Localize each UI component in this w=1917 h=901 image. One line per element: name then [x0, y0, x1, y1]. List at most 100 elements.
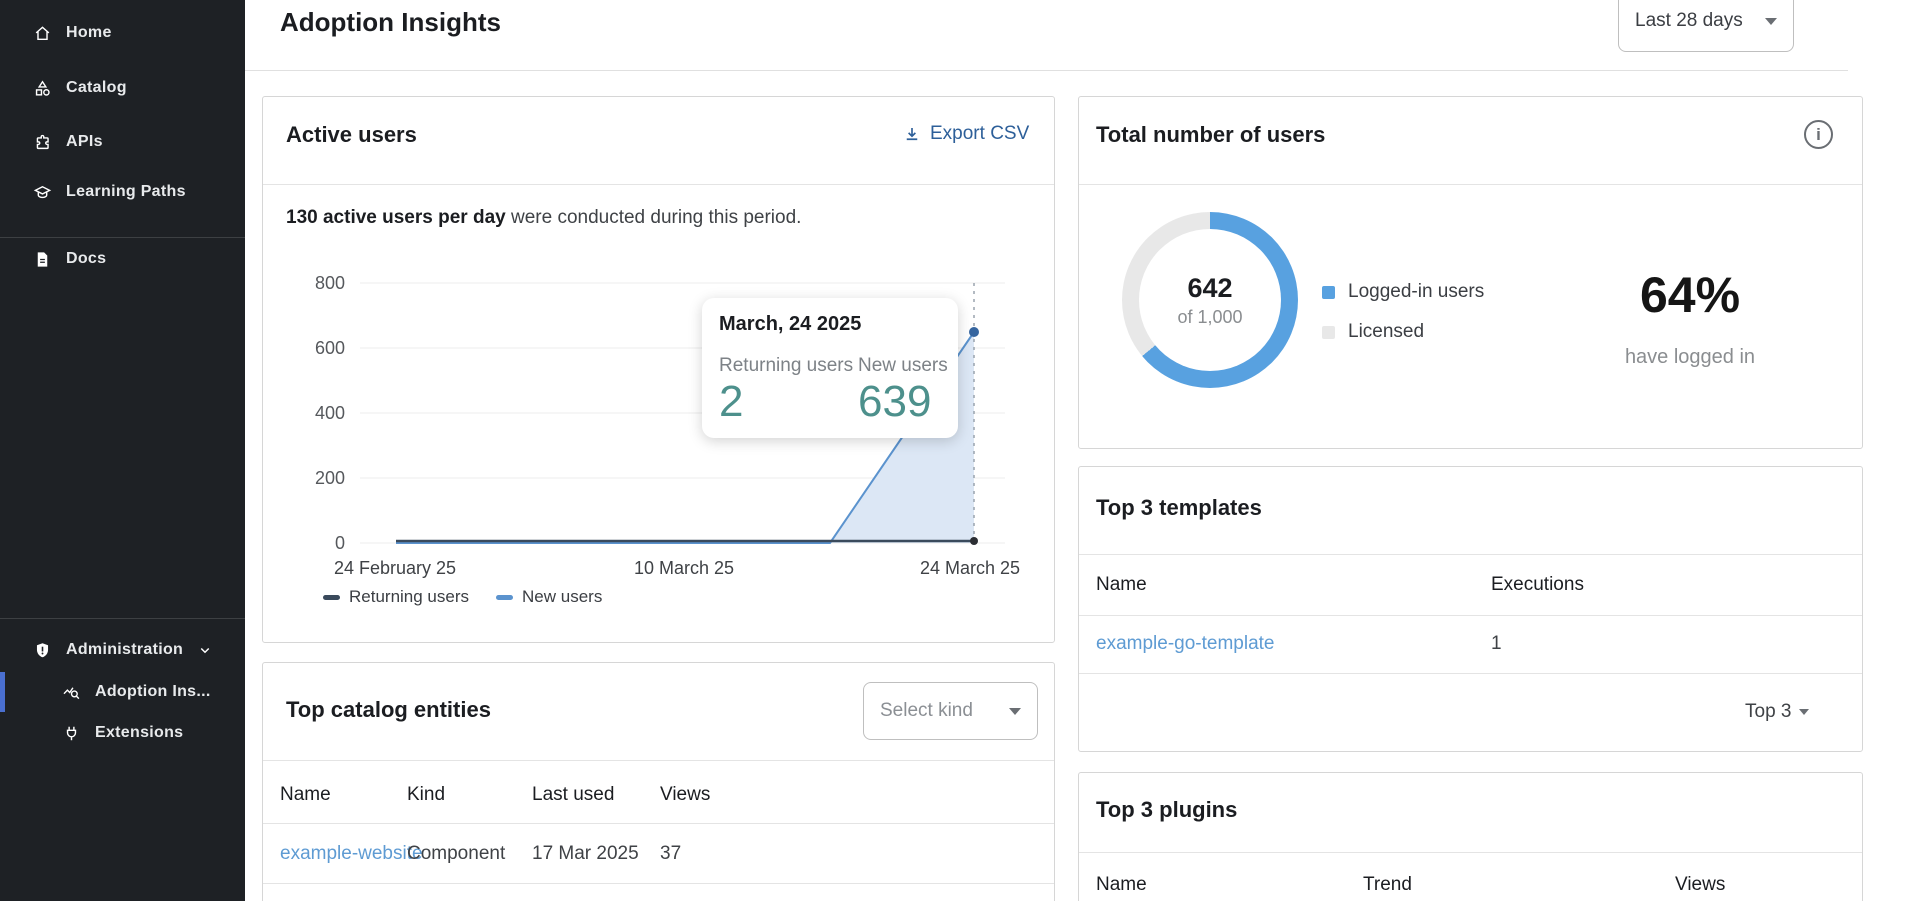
- x-axis-tick: 24 March 25: [885, 558, 1055, 579]
- top-plugins-title: Top 3 plugins: [1096, 797, 1237, 823]
- column-header: Name: [280, 784, 331, 806]
- card-header-divider: [1079, 852, 1862, 853]
- sidebar-item-label: Learning Paths: [66, 183, 186, 201]
- column-header: Executions: [1491, 574, 1584, 596]
- chart-tooltip: March, 24 2025 Returning users New users…: [702, 298, 958, 438]
- tooltip-new-label: New users: [858, 355, 948, 377]
- returning-users-swatch: [323, 595, 340, 600]
- tooltip-new-value: 639: [858, 378, 931, 426]
- sidebar-item-label: Extensions: [95, 724, 183, 742]
- sidebar-item-home[interactable]: Home: [0, 13, 245, 53]
- card-header-divider: [1079, 184, 1862, 185]
- page-title: Adoption Insights: [280, 7, 501, 38]
- table-divider: [263, 883, 1054, 884]
- total-users-title: Total number of users: [1096, 122, 1325, 148]
- sidebar-item-docs[interactable]: Docs: [0, 239, 245, 279]
- column-header: Name: [1096, 574, 1147, 596]
- entity-link[interactable]: example-website: [280, 843, 423, 865]
- template-link[interactable]: example-go-template: [1096, 633, 1274, 655]
- chart-legend: Returning users New users: [323, 587, 620, 607]
- caret-down-icon: [1009, 708, 1021, 715]
- entity-last-used: 17 Mar 2025: [532, 843, 639, 865]
- donut-center: 642 of 1,000: [1139, 229, 1281, 371]
- x-axis-tick: 10 March 25: [599, 558, 769, 579]
- sidebar-item-label: Catalog: [66, 79, 127, 97]
- entity-kind: Component: [407, 843, 505, 865]
- export-csv-button[interactable]: Export CSV: [903, 123, 1029, 145]
- template-executions: 1: [1491, 633, 1502, 655]
- document-icon: [33, 250, 52, 269]
- donut-center-value: 642: [1187, 273, 1232, 304]
- column-header: Kind: [407, 784, 445, 806]
- sidebar-item-catalog[interactable]: Catalog: [0, 68, 245, 108]
- export-csv-label: Export CSV: [930, 123, 1029, 145]
- sidebar-item-learning-paths[interactable]: Learning Paths: [0, 172, 245, 212]
- puzzle-icon: [33, 133, 52, 152]
- query-stats-icon: [62, 683, 81, 702]
- date-range-select[interactable]: Last 28 days: [1618, 0, 1794, 52]
- logged-in-percent-sub: have logged in: [1590, 346, 1790, 369]
- sidebar-item-label: Adoption Ins...: [95, 683, 211, 701]
- date-range-value: Last 28 days: [1635, 10, 1743, 32]
- sidebar-item-adoption-insights[interactable]: Adoption Ins...: [0, 672, 245, 712]
- download-icon: [903, 125, 921, 143]
- app-root: Home Catalog APIs Learning Paths Docs Ad…: [0, 0, 1917, 901]
- sidebar-item-apis[interactable]: APIs: [0, 122, 245, 162]
- column-header: Trend: [1363, 874, 1412, 896]
- select-kind-placeholder: Select kind: [880, 700, 973, 722]
- sidebar-item-extensions[interactable]: Extensions: [0, 713, 245, 753]
- top-catalog-title: Top catalog entities: [286, 697, 491, 723]
- sidebar-item-label: Home: [66, 24, 112, 42]
- table-divider: [1079, 673, 1862, 674]
- entity-views: 37: [660, 843, 681, 865]
- caret-down-icon: [1765, 18, 1777, 25]
- legend-item-new-users[interactable]: New users: [522, 587, 602, 607]
- donut-center-sub: of 1,000: [1177, 307, 1242, 328]
- tooltip-returning-label: Returning users: [719, 355, 853, 377]
- card-header-divider: [263, 760, 1054, 761]
- rows-per-page-select[interactable]: Top 3: [1745, 701, 1809, 723]
- column-header: Views: [660, 784, 710, 806]
- donut-chart: 642 of 1,000: [1122, 212, 1298, 388]
- caret-down-icon: [1799, 709, 1809, 715]
- column-header: Views: [1675, 874, 1725, 896]
- card-header-divider: [1079, 554, 1862, 555]
- tooltip-returning-value: 2: [719, 378, 743, 426]
- card-header-divider: [263, 184, 1054, 185]
- new-users-point: [969, 327, 979, 337]
- graduation-cap-icon: [33, 183, 52, 202]
- sidebar-item-administration[interactable]: Administration: [0, 630, 245, 670]
- catalog-icon: [33, 79, 52, 98]
- column-header: Name: [1096, 874, 1147, 896]
- sidebar-item-label: APIs: [66, 133, 103, 151]
- sidebar-divider: [0, 237, 245, 238]
- home-icon: [33, 24, 52, 43]
- select-kind-dropdown[interactable]: Select kind: [863, 682, 1038, 740]
- plug-icon: [62, 724, 81, 743]
- new-users-swatch: [496, 595, 513, 600]
- header-divider: [245, 70, 1848, 71]
- top-plugins-card: [1078, 772, 1863, 901]
- top-templates-title: Top 3 templates: [1096, 495, 1262, 521]
- active-users-title: Active users: [286, 122, 417, 148]
- sidebar: Home Catalog APIs Learning Paths Docs Ad…: [0, 0, 245, 901]
- legend-item-logged-in: Logged-in users: [1322, 281, 1484, 303]
- sidebar-divider: [0, 618, 245, 619]
- licensed-swatch: [1322, 326, 1335, 339]
- tooltip-date: March, 24 2025: [719, 313, 861, 336]
- logged-in-percent: 64%: [1590, 266, 1790, 324]
- logged-in-swatch: [1322, 286, 1335, 299]
- sidebar-item-label: Administration: [66, 641, 183, 659]
- column-header: Last used: [532, 784, 614, 806]
- legend-item-licensed: Licensed: [1322, 321, 1424, 343]
- chevron-down-icon[interactable]: [196, 641, 214, 659]
- table-divider: [1079, 615, 1862, 616]
- returning-users-point: [970, 537, 978, 545]
- legend-item-returning-users[interactable]: Returning users: [349, 587, 469, 607]
- active-users-subtitle: 130 active users per day were conducted …: [286, 207, 801, 229]
- info-icon[interactable]: i: [1804, 120, 1833, 149]
- x-axis-tick: 24 February 25: [310, 558, 480, 579]
- sidebar-item-label: Docs: [66, 250, 106, 268]
- shield-exclamation-icon: [33, 641, 52, 660]
- table-divider: [263, 823, 1054, 824]
